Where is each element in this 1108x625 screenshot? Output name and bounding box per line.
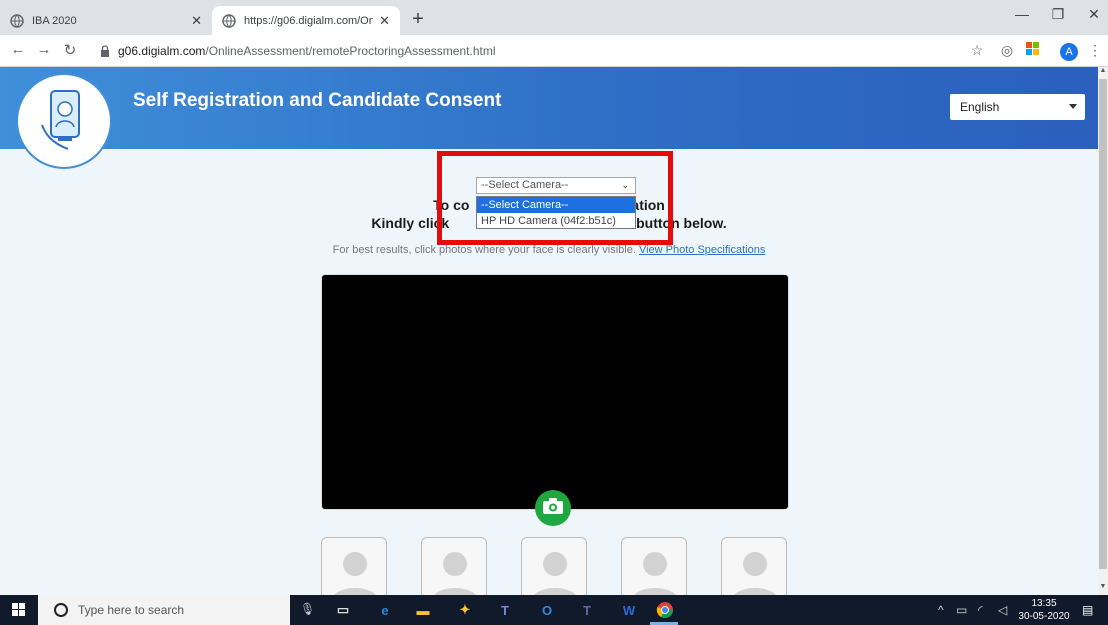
minimize-icon[interactable]: — [1004, 6, 1040, 22]
clock-date: 30-05-2020 [1018, 611, 1070, 622]
back-arrow-icon[interactable]: ← [8, 41, 28, 58]
photo-hint: For best results, click photos where you… [332, 244, 766, 256]
tab-title: IBA 2020 [32, 14, 77, 27]
notification-center-icon[interactable]: ▤ [1082, 603, 1093, 617]
tab-iba-2020[interactable]: IBA 2020 ✕ [0, 6, 212, 35]
outlook-icon[interactable]: O [536, 599, 558, 621]
word-icon[interactable]: W [618, 599, 640, 621]
volume-icon[interactable]: ◁ [998, 603, 1007, 617]
lightbulb-app-icon[interactable]: ✦ [454, 599, 476, 621]
file-explorer-icon[interactable]: ▬ [412, 599, 434, 621]
view-photo-specifications-link[interactable]: View Photo Specifications [639, 244, 765, 256]
lock-icon [100, 45, 110, 57]
phone-selfie-logo-icon [16, 73, 112, 169]
restore-icon[interactable]: ❐ [1040, 6, 1076, 23]
url-host: g06.digialm.com [118, 44, 206, 58]
new-tab-button[interactable]: + [406, 8, 430, 31]
extension-circle-icon[interactable]: ◎ [998, 42, 1016, 59]
language-value: English [960, 100, 1000, 114]
show-hidden-icons-icon[interactable]: ^ [938, 603, 944, 617]
chrome-icon[interactable] [654, 599, 676, 621]
page-scrollbar[interactable]: ▲ ▼ [1098, 67, 1108, 595]
profile-avatar[interactable]: A [1060, 43, 1078, 61]
windows-taskbar: Type here to search 🎙 ▭ e ▬ ✦ T O T W ^ … [0, 595, 1108, 625]
cortana-circle-icon [54, 603, 68, 617]
edge-icon[interactable]: e [374, 599, 396, 621]
person-placeholder-icon [634, 552, 676, 595]
taskbar-search-box[interactable]: Type here to search [38, 595, 290, 625]
photo-thumbnail-5[interactable] [721, 537, 787, 595]
person-placeholder-icon [734, 552, 776, 595]
windows-start-icon[interactable] [12, 603, 26, 617]
teams-notification-icon[interactable]: T [576, 599, 598, 621]
url-path: /OnlineAssessment/remoteProctoringAssess… [205, 44, 496, 58]
scrollbar-thumb[interactable] [1099, 79, 1107, 569]
page-viewport: Self Registration and Candidate Consent … [0, 67, 1108, 595]
caret-down-icon [1069, 104, 1077, 109]
teams-icon[interactable]: T [494, 599, 516, 621]
photo-thumbnail-3[interactable] [521, 537, 587, 595]
address-bar[interactable]: g06.digialm.com/OnlineAssessment/remoteP… [96, 39, 956, 63]
scroll-up-icon[interactable]: ▲ [1099, 67, 1107, 77]
tab-title: https://g06.digialm.com/OnlineA [244, 14, 374, 27]
taskbar-clock[interactable]: 13:35 30-05-2020 [1016, 597, 1072, 623]
person-placeholder-icon [334, 552, 376, 595]
star-icon[interactable]: ☆ [968, 42, 986, 59]
camera-icon [542, 497, 564, 520]
wifi-icon[interactable]: ◜ [978, 603, 983, 617]
globe-icon [222, 13, 236, 28]
close-window-icon[interactable]: ✕ [1076, 6, 1108, 23]
forward-arrow-icon[interactable]: → [34, 41, 54, 58]
page-title: Self Registration and Candidate Consent [133, 90, 502, 111]
task-view-icon[interactable]: ▭ [332, 599, 354, 621]
windows-extension-icon[interactable] [1024, 42, 1042, 59]
menu-dots-icon[interactable]: ⋮ [1086, 42, 1104, 59]
close-tab-icon[interactable]: ✕ [191, 13, 202, 29]
photo-thumbnail-1[interactable] [321, 537, 387, 595]
header-banner: Self Registration and Candidate Consent … [0, 67, 1098, 149]
reload-icon[interactable]: ↻ [60, 41, 80, 59]
language-select[interactable]: English [950, 94, 1085, 120]
person-placeholder-icon [434, 552, 476, 595]
scroll-down-icon[interactable]: ▼ [1099, 583, 1107, 593]
highlight-annotation-box [437, 151, 673, 245]
photo-thumbnail-2[interactable] [421, 537, 487, 595]
microphone-icon[interactable]: 🎙 [300, 602, 315, 616]
close-tab-icon[interactable]: ✕ [379, 13, 390, 29]
clock-time: 13:35 [1031, 598, 1057, 609]
photo-thumbnail-4[interactable] [621, 537, 687, 595]
tab-active-assessment[interactable]: https://g06.digialm.com/OnlineA ✕ [212, 6, 400, 35]
battery-icon[interactable]: ▭ [956, 603, 967, 617]
globe-icon [10, 13, 24, 28]
capture-photo-button[interactable] [535, 490, 571, 526]
browser-toolbar: ← → ↻ g06.digialm.com/OnlineAssessment/r… [0, 35, 1108, 67]
browser-tab-strip: IBA 2020 ✕ https://g06.digialm.com/Onlin… [0, 0, 1108, 35]
search-placeholder: Type here to search [78, 603, 185, 617]
camera-preview [321, 274, 789, 510]
person-placeholder-icon [534, 552, 576, 595]
